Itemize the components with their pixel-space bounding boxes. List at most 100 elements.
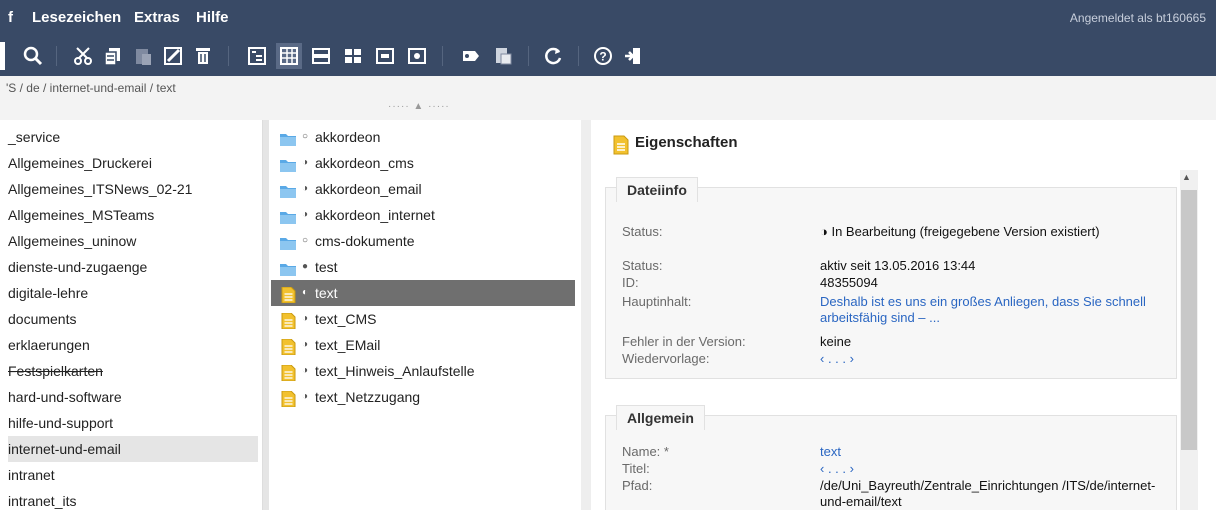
folder-list-item[interactable]: _service [8, 124, 258, 150]
property-link[interactable]: ‹ . . . › [820, 351, 1160, 367]
copy-icon[interactable] [100, 43, 126, 69]
logout-icon[interactable] [620, 43, 646, 69]
scroll-up-icon[interactable]: ▲ [1182, 172, 1191, 182]
breadcrumb: 'S / de / internet-und-email / text [0, 76, 1216, 100]
toolbar-separator [228, 46, 229, 66]
file-list-item[interactable]: ◑ text_Hinweis_Anlaufstelle [271, 358, 575, 384]
refresh-icon[interactable] [540, 43, 566, 69]
folder-list-item[interactable]: ◑ akkordeon_email [271, 176, 575, 202]
item-name: akkordeon_cms [315, 155, 414, 171]
folder-list-item[interactable]: Allgemeines_Druckerei [8, 150, 258, 176]
folder-list-item[interactable]: documents [8, 306, 258, 332]
folder-list-item[interactable]: ◑ akkordeon_cms [271, 150, 575, 176]
property-label: Name: * [622, 444, 669, 459]
item-name: text_Netzzugang [315, 389, 421, 405]
allgemein-legend: Allgemein [616, 405, 705, 430]
status-indicator-icon: ◑ [302, 157, 309, 168]
column-gutter [581, 120, 591, 510]
property-link[interactable]: Deshalb ist es uns ein großes Anliegen, … [820, 294, 1160, 326]
search-icon[interactable] [20, 43, 46, 69]
menu-lesezeichen[interactable]: Lesezeichen [32, 9, 121, 26]
item-name: text_CMS [315, 311, 377, 327]
delete-icon[interactable] [190, 43, 216, 69]
folder-list-item[interactable]: intranet [8, 462, 258, 488]
document-icon [279, 285, 297, 304]
layout-columns-icon[interactable] [340, 43, 366, 69]
tag-icon[interactable] [458, 43, 484, 69]
property-label: ID: [622, 275, 639, 290]
collapse-arrow-icon[interactable]: ····· ▲ ····· [388, 101, 450, 112]
rename-icon[interactable] [160, 43, 186, 69]
layout-panel-icon[interactable] [372, 43, 398, 69]
menu-hilfe[interactable]: Hilfe [196, 9, 229, 26]
document-icon [279, 363, 297, 382]
property-value: keine [820, 334, 852, 349]
cut-icon[interactable] [70, 43, 96, 69]
document-icon [279, 389, 297, 408]
property-value: aktiv seit 13.05.2016 13:44 [820, 258, 976, 273]
item-name: akkordeon_email [315, 181, 422, 197]
properties-panel: Eigenschaften Dateiinfo Status: ◑ In Bear… [591, 120, 1200, 510]
folder-list-item[interactable]: ◑ akkordeon_internet [271, 202, 575, 228]
item-name: test [315, 259, 338, 275]
folder-list-item[interactable]: ○ akkordeon [271, 124, 575, 150]
toolbar-edge [0, 42, 5, 70]
folder-list-item[interactable]: Festspielkarten [8, 358, 258, 384]
property-value: 48355094 [820, 275, 878, 290]
status-indicator-icon: ● [302, 261, 309, 272]
layout-rows-icon[interactable] [308, 43, 334, 69]
folder-list-item[interactable]: internet-und-email [8, 436, 258, 462]
preview-icon[interactable] [404, 43, 430, 69]
file-list-item[interactable]: ◑ text_CMS [271, 306, 575, 332]
folder-list-item[interactable]: Allgemeines_ITSNews_02-21 [8, 176, 258, 202]
property-label: Pfad: [622, 478, 653, 493]
file-list-item[interactable]: ◑ text_Netzzugang [271, 384, 575, 410]
status-indicator-icon: ◑ [302, 313, 309, 324]
folder-list-item[interactable]: ○ cms-dokumente [271, 228, 575, 254]
help-icon[interactable]: ? [590, 43, 616, 69]
folder-column-1: _service Allgemeines_Druckerei Allgemeines… [0, 120, 263, 510]
property-link[interactable]: ‹ . . . › [820, 461, 1160, 477]
svg-text:?: ? [599, 50, 606, 64]
toolbar-separator [56, 46, 57, 66]
folder-list-item[interactable]: erklaerungen [8, 332, 258, 358]
folder-list-item[interactable]: Allgemeines_uninow [8, 228, 258, 254]
status-indicator-icon: ○ [302, 131, 309, 142]
file-list-item[interactable]: ◑ text_EMail [271, 332, 575, 358]
status-indicator-icon: ◑ [302, 183, 309, 194]
item-name: akkordeon_internet [315, 207, 435, 223]
scrollbar-thumb[interactable] [1181, 190, 1197, 450]
folder-list-item[interactable]: Allgemeines_MSTeams [8, 202, 258, 228]
menu-file[interactable]: f [8, 9, 13, 26]
layout-grid-icon[interactable] [276, 43, 302, 69]
item-name: akkordeon [315, 129, 381, 145]
document-icon [613, 135, 629, 155]
menu-extras[interactable]: Extras [134, 9, 180, 26]
property-link[interactable]: text [820, 444, 1160, 460]
logged-in-user: Angemeldet als bt160665 [1069, 11, 1206, 25]
status-indicator-icon: ◑ [302, 209, 309, 220]
folder-icon [279, 207, 297, 224]
paste-icon[interactable] [130, 43, 156, 69]
property-label: Status: [622, 224, 663, 239]
item-name: text_Hinweis_Anlaufstelle [315, 363, 475, 379]
property-label: Titel: [622, 461, 650, 476]
status-indicator-icon: ◑ [302, 365, 309, 376]
folder-list-item[interactable]: hard-und-software [8, 384, 258, 410]
folder-list-item[interactable]: ● test [271, 254, 575, 280]
property-label: Wiedervorlage: [622, 351, 710, 366]
breadcrumb-path[interactable]: 'S / de / internet-und-email / text [6, 81, 176, 95]
export-icon[interactable] [490, 43, 516, 69]
properties-title: Eigenschaften [635, 134, 738, 151]
folder-list-item[interactable]: hilfe-und-support [8, 410, 258, 436]
layout-tree-icon[interactable] [244, 43, 270, 69]
panel-splitter[interactable]: ····· ▲ ····· [0, 100, 1216, 120]
folder-list-item[interactable]: dienste-und-zugaenge [8, 254, 258, 280]
folder-list-item[interactable]: digitale-lehre [8, 280, 258, 306]
property-value: ◑ In Bearbeitung (freigegebene Version e… [820, 224, 1100, 239]
item-name: cms-dokumente [315, 233, 415, 249]
folder-list-item[interactable]: intranet_its [8, 488, 258, 510]
file-list-item[interactable]: ◐ text [271, 280, 575, 306]
dateiinfo-legend: Dateiinfo [616, 177, 698, 202]
folder-icon [279, 181, 297, 198]
